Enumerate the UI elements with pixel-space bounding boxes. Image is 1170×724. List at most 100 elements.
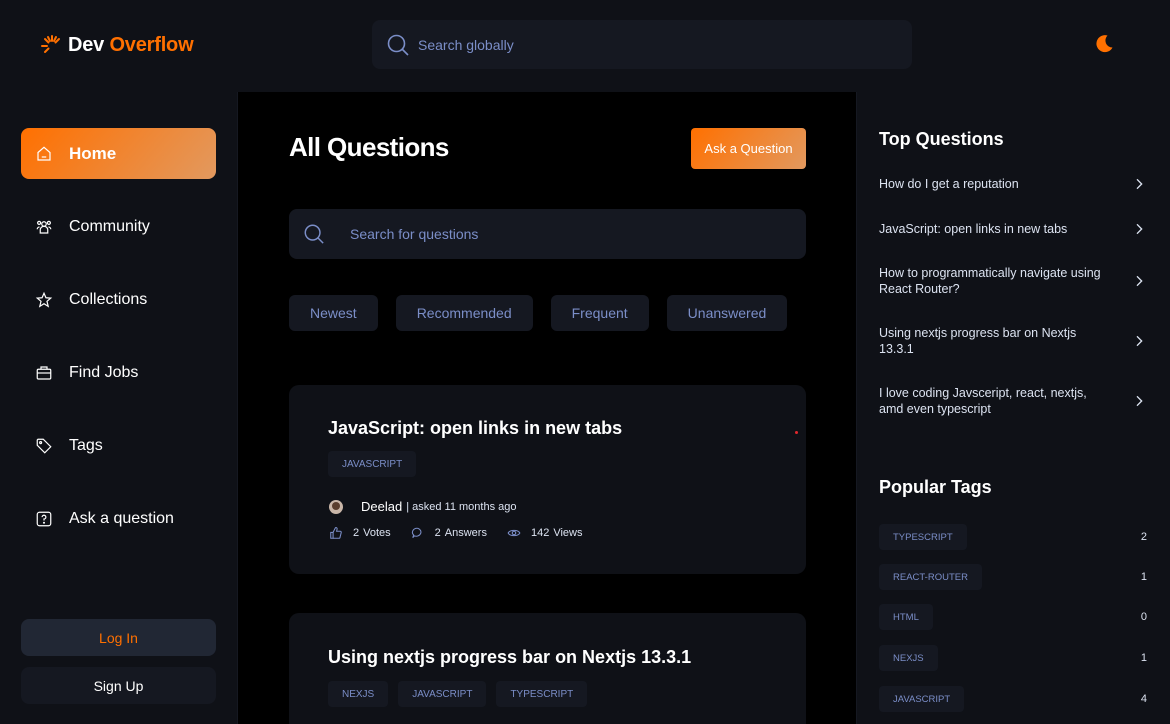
- filter-newest[interactable]: Newest: [289, 295, 378, 331]
- popular-tag-item: JAVASCRIPT 4: [879, 686, 1147, 712]
- views-count: 142: [530, 527, 550, 539]
- top-question-item[interactable]: JavaScript: open links in new tabs: [879, 221, 1147, 237]
- question-search-input[interactable]: [350, 226, 770, 242]
- main-content: All Questions Ask a Question Newest Reco…: [239, 92, 856, 724]
- tag-count: 0: [1140, 611, 1147, 623]
- tag-badge[interactable]: NEXJS: [328, 681, 389, 707]
- comment-icon: [411, 527, 422, 539]
- home-icon: [37, 145, 51, 161]
- tag-badge[interactable]: JAVASCRIPT: [879, 686, 965, 712]
- popular-tags-heading: Popular Tags: [879, 477, 992, 497]
- tag-badge[interactable]: HTML: [879, 604, 933, 630]
- popular-tag-item: NEXJS 1: [879, 645, 1147, 671]
- tag-badge[interactable]: REACT-ROUTER: [879, 564, 982, 590]
- top-questions-heading: Top Questions: [879, 129, 1004, 149]
- eye-icon: [507, 529, 521, 537]
- login-button[interactable]: Log In: [21, 619, 216, 656]
- moon-icon[interactable]: [1092, 32, 1116, 56]
- tag-count: 4: [1140, 693, 1147, 705]
- answers-count: 2: [434, 527, 441, 539]
- filter-recommended[interactable]: Recommended: [395, 295, 533, 331]
- navbar: Dev Overflow: [0, 0, 1170, 92]
- votes-count: 2: [353, 527, 360, 539]
- top-question-text: Using nextjs progress bar on Nextjs 13.3…: [879, 326, 1077, 356]
- signup-button[interactable]: Sign Up: [21, 667, 216, 704]
- tag-icon: [36, 438, 52, 454]
- question-tags: JAVASCRIPT: [328, 451, 417, 477]
- top-question-item[interactable]: I love coding Javsceript, react, nextjs,…: [879, 385, 1147, 417]
- tag-badge[interactable]: TYPESCRIPT: [496, 681, 588, 707]
- question-title[interactable]: Using nextjs progress bar on Nextjs 13.3…: [328, 647, 691, 668]
- chevron-right-icon: [1136, 335, 1143, 347]
- tag-badge[interactable]: TYPESCRIPT: [879, 524, 967, 550]
- sidebar-item-label: Community: [69, 217, 150, 235]
- views-label: Views: [553, 527, 583, 539]
- tag-count: 1: [1140, 571, 1147, 583]
- chevron-right-icon: [1136, 223, 1143, 235]
- star-icon: [35, 291, 53, 308]
- question-card: Using nextjs progress bar on Nextjs 13.3…: [289, 613, 806, 724]
- answers-stat: 2 Answers: [411, 526, 487, 540]
- tag-count: 1: [1140, 652, 1147, 664]
- tag-badge[interactable]: JAVASCRIPT: [328, 451, 417, 477]
- logo[interactable]: Dev Overflow: [40, 32, 194, 58]
- sidebar-item-label: Find Jobs: [69, 363, 139, 381]
- page-title: All Questions: [289, 132, 449, 162]
- global-search-bar[interactable]: [372, 20, 912, 69]
- sidebar-item-collections[interactable]: Collections: [21, 274, 216, 325]
- votes-stat: 2 Votes: [329, 526, 391, 540]
- filter-bar: Newest Recommended Frequent Unanswered: [289, 295, 788, 331]
- question-search-bar[interactable]: [289, 209, 806, 259]
- votes-label: Votes: [363, 527, 391, 539]
- tag-count: 2: [1140, 531, 1147, 543]
- sidebar-item-label: Home: [69, 143, 117, 163]
- author-name[interactable]: Deelad: [361, 499, 402, 514]
- sidebar-item-tags[interactable]: Tags: [21, 420, 216, 471]
- global-search-input[interactable]: [418, 36, 878, 53]
- logo-text: Dev Overflow: [68, 33, 194, 57]
- chevron-right-icon: [1136, 395, 1143, 407]
- chevron-right-icon: [1136, 178, 1143, 190]
- suitcase-icon: [36, 365, 52, 380]
- search-icon: [304, 224, 324, 244]
- sidebar-item-ask-question[interactable]: Ask a question: [21, 493, 216, 544]
- ask-question-button[interactable]: Ask a Question: [691, 128, 806, 169]
- tag-badge[interactable]: NEXJS: [879, 645, 938, 671]
- logo-icon: [41, 35, 60, 53]
- users-icon: [36, 220, 52, 234]
- top-question-text: How do I get a reputation: [879, 177, 1019, 191]
- question-card: JavaScript: open links in new tabs JAVAS…: [289, 385, 806, 574]
- sidebar-item-community[interactable]: Community: [21, 201, 216, 252]
- sidebar-item-label: Ask a question: [69, 509, 174, 527]
- sidebar-item-label: Tags: [69, 436, 103, 454]
- question-stats: 2 Votes 2 Answers 142 Views: [329, 526, 602, 540]
- popular-tag-item: HTML 0: [879, 604, 1147, 630]
- top-question-text: JavaScript: open links in new tabs: [879, 222, 1068, 236]
- filter-frequent[interactable]: Frequent: [550, 295, 649, 331]
- logo-text-dev: Dev: [68, 33, 105, 56]
- sidebar-item-find-jobs[interactable]: Find Jobs: [21, 347, 216, 398]
- thumbs-up-icon: [330, 527, 342, 539]
- views-stat: 142 Views: [507, 526, 583, 540]
- logo-text-overflow: Overflow: [109, 33, 194, 56]
- asked-time: | asked 11 months ago: [406, 500, 517, 513]
- popular-tag-item: TYPESCRIPT 2: [879, 524, 1147, 550]
- top-question-item[interactable]: How do I get a reputation: [879, 176, 1147, 192]
- top-question-text: How to programmatically navigate using R…: [879, 266, 1101, 296]
- top-question-text: I love coding Javsceript, react, nextjs,…: [879, 386, 1087, 416]
- sidebar-item-home[interactable]: Home: [21, 128, 216, 179]
- status-dot: [795, 431, 798, 434]
- top-question-item[interactable]: Using nextjs progress bar on Nextjs 13.3…: [879, 325, 1147, 357]
- answers-label: Answers: [444, 527, 487, 539]
- question-title[interactable]: JavaScript: open links in new tabs: [328, 418, 622, 439]
- question-icon: [36, 511, 52, 526]
- avatar[interactable]: [329, 499, 343, 514]
- question-author: Deelad | asked 11 months ago: [329, 499, 516, 514]
- tag-badge[interactable]: JAVASCRIPT: [398, 681, 487, 707]
- right-sidebar: Top Questions How do I get a reputation …: [856, 92, 1170, 724]
- top-question-item[interactable]: How to programmatically navigate using R…: [879, 265, 1147, 297]
- chevron-right-icon: [1136, 275, 1143, 287]
- filter-unanswered[interactable]: Unanswered: [666, 295, 788, 331]
- search-icon: [387, 34, 409, 56]
- popular-tag-item: REACT-ROUTER 1: [879, 564, 1147, 590]
